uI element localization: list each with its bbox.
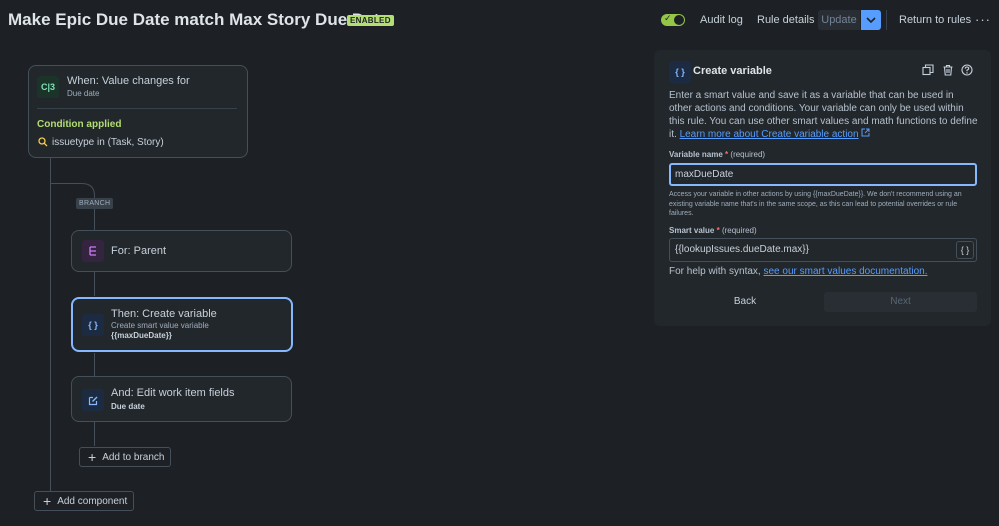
branch-connector-h bbox=[50, 183, 82, 184]
smart-value-label: Smart value * (required) bbox=[669, 226, 757, 235]
panel-title: Create variable bbox=[693, 65, 772, 77]
edit-icon bbox=[82, 389, 104, 411]
smart-value-label-text: Smart value bbox=[669, 226, 715, 235]
create-variable-value: {{maxDueDate}} bbox=[111, 331, 172, 340]
required-text: (required) bbox=[730, 150, 766, 159]
pencil-icon bbox=[88, 396, 97, 405]
trash-icon[interactable] bbox=[942, 64, 954, 76]
value-change-icon: C|3 bbox=[37, 76, 59, 98]
status-badge: ENABLED bbox=[347, 15, 394, 26]
required-asterisk: * bbox=[725, 150, 729, 159]
rule-details-link[interactable]: Rule details bbox=[757, 14, 814, 26]
plus-icon: + bbox=[88, 449, 97, 465]
required-asterisk: * bbox=[716, 226, 720, 235]
learn-more-link[interactable]: Learn more about Create variable action bbox=[680, 129, 859, 140]
branch-card[interactable] bbox=[71, 230, 292, 272]
branch-curve bbox=[82, 183, 95, 197]
create-variable-subtitle: Create smart value variable bbox=[111, 321, 209, 330]
panel-braces-icon: { } bbox=[669, 61, 691, 83]
add-component-label: Add component bbox=[57, 495, 128, 507]
duplicate-icon[interactable] bbox=[922, 64, 934, 76]
syntax-help: For help with syntax, see our smart valu… bbox=[669, 266, 927, 277]
edit-fields-field: Due date bbox=[111, 402, 145, 411]
audit-log-link[interactable]: Audit log bbox=[700, 14, 743, 26]
variable-name-label: Variable name * (required) bbox=[669, 150, 765, 159]
smart-values-docs-link[interactable]: see our smart values documentation. bbox=[764, 266, 928, 277]
syntax-help-text: For help with syntax, bbox=[669, 266, 761, 277]
branch-icon bbox=[82, 240, 104, 262]
help-icon[interactable] bbox=[961, 64, 973, 76]
update-dropdown-button[interactable] bbox=[861, 10, 881, 30]
edit-fields-card[interactable] bbox=[71, 376, 292, 422]
variable-name-label-text: Variable name bbox=[669, 150, 723, 159]
add-component-button[interactable]: + Add component bbox=[34, 491, 134, 511]
rule-title: Make Epic Due Date match Max Story Due D… bbox=[8, 10, 389, 29]
condition-text: issuetype in (Task, Story) bbox=[52, 137, 164, 148]
plus-icon: + bbox=[43, 493, 52, 509]
main-connector bbox=[50, 158, 51, 494]
add-to-branch-button[interactable]: + Add to branch bbox=[79, 447, 171, 467]
branch-tag: BRANCH bbox=[76, 198, 114, 209]
chevron-down-icon bbox=[866, 17, 876, 24]
external-link-icon bbox=[861, 128, 870, 137]
condition-label: Condition applied bbox=[37, 119, 122, 130]
trigger-title: When: Value changes for bbox=[67, 75, 190, 87]
branch-tree-icon bbox=[89, 246, 96, 256]
required-text: (required) bbox=[721, 226, 757, 235]
smart-value-picker-button[interactable]: { } bbox=[956, 241, 974, 259]
variable-name-input[interactable] bbox=[669, 163, 977, 186]
return-to-rules-link[interactable]: Return to rules bbox=[899, 14, 971, 26]
back-button[interactable]: Back bbox=[670, 292, 820, 312]
toggle-knob bbox=[674, 15, 684, 25]
more-icon[interactable]: ··· bbox=[975, 12, 991, 27]
variable-help-text: Access your variable in other actions by… bbox=[669, 191, 962, 217]
check-icon: ✓ bbox=[664, 13, 672, 23]
next-button[interactable]: Next bbox=[824, 292, 977, 312]
search-icon bbox=[38, 137, 48, 147]
enable-toggle[interactable]: ✓ bbox=[661, 13, 685, 26]
panel-description: Enter a smart value and save it as a var… bbox=[669, 89, 979, 141]
create-variable-title: Then: Create variable bbox=[111, 308, 217, 320]
trigger-divider bbox=[37, 108, 237, 109]
branch-title: For: Parent bbox=[111, 245, 167, 257]
add-to-branch-label: Add to branch bbox=[102, 451, 165, 463]
smart-value-text: {{lookupIssues.dueDate.max}} bbox=[675, 244, 809, 255]
edit-fields-title: And: Edit work item fields bbox=[111, 387, 235, 399]
header-divider bbox=[886, 10, 887, 30]
smart-value-input[interactable]: {{lookupIssues.dueDate.max}} { } bbox=[669, 238, 977, 262]
trigger-field: Due date bbox=[67, 89, 100, 98]
update-button[interactable]: Update bbox=[818, 10, 860, 30]
braces-icon: { } bbox=[82, 314, 104, 336]
